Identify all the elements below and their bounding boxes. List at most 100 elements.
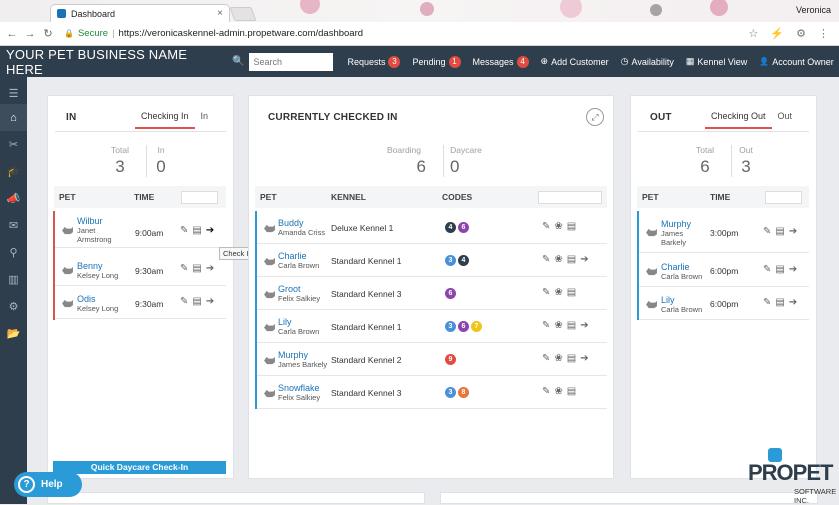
- pet-name[interactable]: Lily: [278, 317, 319, 327]
- pet-name[interactable]: Wilbur: [77, 216, 123, 226]
- paw-icon[interactable]: ❀: [554, 353, 562, 364]
- business-name[interactable]: YOUR PET BUSINESS NAME HERE: [6, 47, 224, 77]
- bar-chart-icon[interactable]: ▥: [0, 266, 27, 293]
- pet-name[interactable]: Snowflake: [278, 383, 320, 393]
- folder-icon[interactable]: 📂: [0, 320, 27, 347]
- edit-icon[interactable]: ✎: [542, 287, 550, 298]
- envelope-icon[interactable]: ✉: [0, 212, 27, 239]
- menu-availability[interactable]: ◷ Availability: [621, 56, 674, 67]
- browser-user[interactable]: Veronica: [796, 5, 831, 15]
- table-row[interactable]: Odis Kelsey Long 9:30am ✎ ▤ ➔: [55, 286, 226, 319]
- paw-icon[interactable]: ❀: [554, 320, 562, 331]
- edit-icon[interactable]: ✎: [542, 353, 550, 364]
- expand-icon[interactable]: ⤢: [586, 108, 604, 126]
- document-icon[interactable]: ▤: [567, 320, 576, 331]
- star-icon[interactable]: ☆: [749, 27, 759, 40]
- document-icon[interactable]: ▤: [775, 264, 784, 275]
- pet-name[interactable]: Murphy: [278, 350, 327, 360]
- edit-icon[interactable]: ✎: [542, 221, 550, 232]
- gear-icon[interactable]: ⚙: [0, 293, 27, 320]
- table-row[interactable]: Murphy James Barkely 3:00pm ✎ ▤ ➔: [639, 211, 809, 253]
- paw-icon[interactable]: ❀: [554, 287, 562, 298]
- edit-icon[interactable]: ✎: [542, 320, 550, 331]
- check-in-icon[interactable]: ➔: [206, 225, 214, 236]
- table-row[interactable]: Lily Carla Brown Standard Kennel 1 3 6 7 ✎ ❀ ▤ ➔: [257, 310, 607, 343]
- url-field[interactable]: 🔒 Secure | https://veronicaskennel-admin…: [64, 25, 749, 43]
- pet-name[interactable]: Charlie: [661, 262, 702, 272]
- pet-name[interactable]: Lily: [661, 295, 702, 305]
- megaphone-icon[interactable]: 📣: [0, 185, 27, 212]
- table-row[interactable]: Groot Felix Salkiey Standard Kennel 3 6 ✎ ❀ ▤: [257, 277, 607, 310]
- edit-icon[interactable]: ✎: [180, 225, 188, 236]
- tab-checking-in[interactable]: Checking In: [135, 111, 195, 129]
- menu-messages[interactable]: Messages 4: [473, 55, 529, 68]
- menu-account-owner[interactable]: 👤 Account Owner: [759, 57, 834, 67]
- menu-requests[interactable]: Requests 3: [347, 55, 401, 68]
- graduation-cap-icon[interactable]: 🎓: [0, 158, 27, 185]
- edit-icon[interactable]: ✎: [542, 386, 550, 397]
- document-icon[interactable]: ▤: [567, 287, 576, 298]
- edit-icon[interactable]: ✎: [763, 226, 771, 237]
- check-out-icon[interactable]: ➔: [789, 264, 797, 275]
- menu-pending[interactable]: Pending 1: [412, 55, 461, 68]
- help-button[interactable]: ? Help: [14, 472, 82, 497]
- edit-icon[interactable]: ✎: [763, 264, 771, 275]
- table-row[interactable]: Charlie Carla Brown Standard Kennel 1 3 4 ✎ ❀ ▤…: [257, 244, 607, 277]
- settings-icon[interactable]: ⚙: [796, 27, 806, 40]
- document-icon[interactable]: ▤: [567, 221, 576, 232]
- check-in-icon[interactable]: ➔: [206, 263, 214, 274]
- table-row[interactable]: Lily Carla Brown 6:00pm ✎ ▤ ➔: [639, 287, 809, 320]
- paw-icon[interactable]: ❀: [554, 254, 562, 265]
- document-icon[interactable]: ▤: [775, 297, 784, 308]
- pet-name[interactable]: Odis: [77, 294, 118, 304]
- browser-tab-dashboard[interactable]: Dashboard ×: [50, 4, 230, 22]
- check-out-icon[interactable]: ➔: [580, 320, 588, 331]
- in-filter-input[interactable]: [181, 191, 218, 204]
- menu-more-icon[interactable]: ⋮: [818, 27, 829, 40]
- check-out-icon[interactable]: ➔: [789, 226, 797, 237]
- table-row[interactable]: Snowflake Felix Salkiey Standard Kennel 3 3…: [257, 376, 607, 409]
- menu-add-customer[interactable]: ⊕ Add Customer: [541, 56, 609, 67]
- back-icon[interactable]: ←: [6, 28, 18, 40]
- menu-kennel-view[interactable]: ▦ Kennel View: [686, 56, 747, 67]
- search-input[interactable]: [249, 52, 334, 71]
- document-icon[interactable]: ▤: [775, 226, 784, 237]
- document-icon[interactable]: ▤: [567, 386, 576, 397]
- edit-icon[interactable]: ✎: [180, 296, 188, 307]
- document-icon[interactable]: ▤: [192, 225, 201, 236]
- pet-name[interactable]: Murphy: [661, 219, 701, 229]
- document-icon[interactable]: ▤: [567, 254, 576, 265]
- paw-icon[interactable]: ❀: [554, 221, 562, 232]
- edit-icon[interactable]: ✎: [763, 297, 771, 308]
- hamburger-icon[interactable]: ☰: [0, 82, 27, 104]
- home-icon[interactable]: ⌂: [0, 104, 27, 131]
- table-row[interactable]: Benny Kelsey Long 9:30am ✎ ▤ ➔: [55, 253, 226, 286]
- document-icon[interactable]: ▤: [567, 353, 576, 364]
- checked-filter-input[interactable]: [538, 191, 602, 204]
- pet-name[interactable]: Charlie: [278, 251, 319, 261]
- out-filter-input[interactable]: [765, 191, 802, 204]
- check-out-icon[interactable]: ➔: [580, 353, 588, 364]
- check-in-icon[interactable]: ➔: [206, 296, 214, 307]
- table-row[interactable]: Wilbur Janet Armstrong 9:00am ✎ ▤ ➔: [55, 211, 226, 248]
- tab-in[interactable]: In: [195, 111, 215, 129]
- forward-icon[interactable]: →: [24, 28, 36, 40]
- table-row[interactable]: Charlie Carla Brown 6:00pm ✎ ▤ ➔: [639, 254, 809, 287]
- document-icon[interactable]: ▤: [192, 263, 201, 274]
- quick-daycare-check-in-button[interactable]: Quick Daycare Check-In: [53, 461, 226, 474]
- edit-icon[interactable]: ✎: [180, 263, 188, 274]
- tab-checking-out[interactable]: Checking Out: [705, 111, 772, 129]
- table-row[interactable]: Murphy James Barkely Standard Kennel 2 9 ✎ ❀ ▤…: [257, 343, 607, 376]
- new-tab-button[interactable]: [229, 7, 257, 21]
- close-icon[interactable]: ×: [217, 8, 223, 19]
- scissors-icon[interactable]: ✂: [0, 131, 27, 158]
- table-row[interactable]: Buddy Amanda Criss Deluxe Kennel 1 4 6 ✎ ❀ ▤: [257, 211, 607, 244]
- reload-icon[interactable]: ↻: [42, 27, 54, 40]
- extension-icon[interactable]: ⚡: [770, 27, 784, 40]
- check-out-icon[interactable]: ➔: [789, 297, 797, 308]
- document-icon[interactable]: ▤: [192, 296, 201, 307]
- edit-icon[interactable]: ✎: [542, 254, 550, 265]
- pet-name[interactable]: Benny: [77, 261, 118, 271]
- search-user-icon[interactable]: ⚲: [0, 239, 27, 266]
- pet-name[interactable]: Groot: [278, 284, 320, 294]
